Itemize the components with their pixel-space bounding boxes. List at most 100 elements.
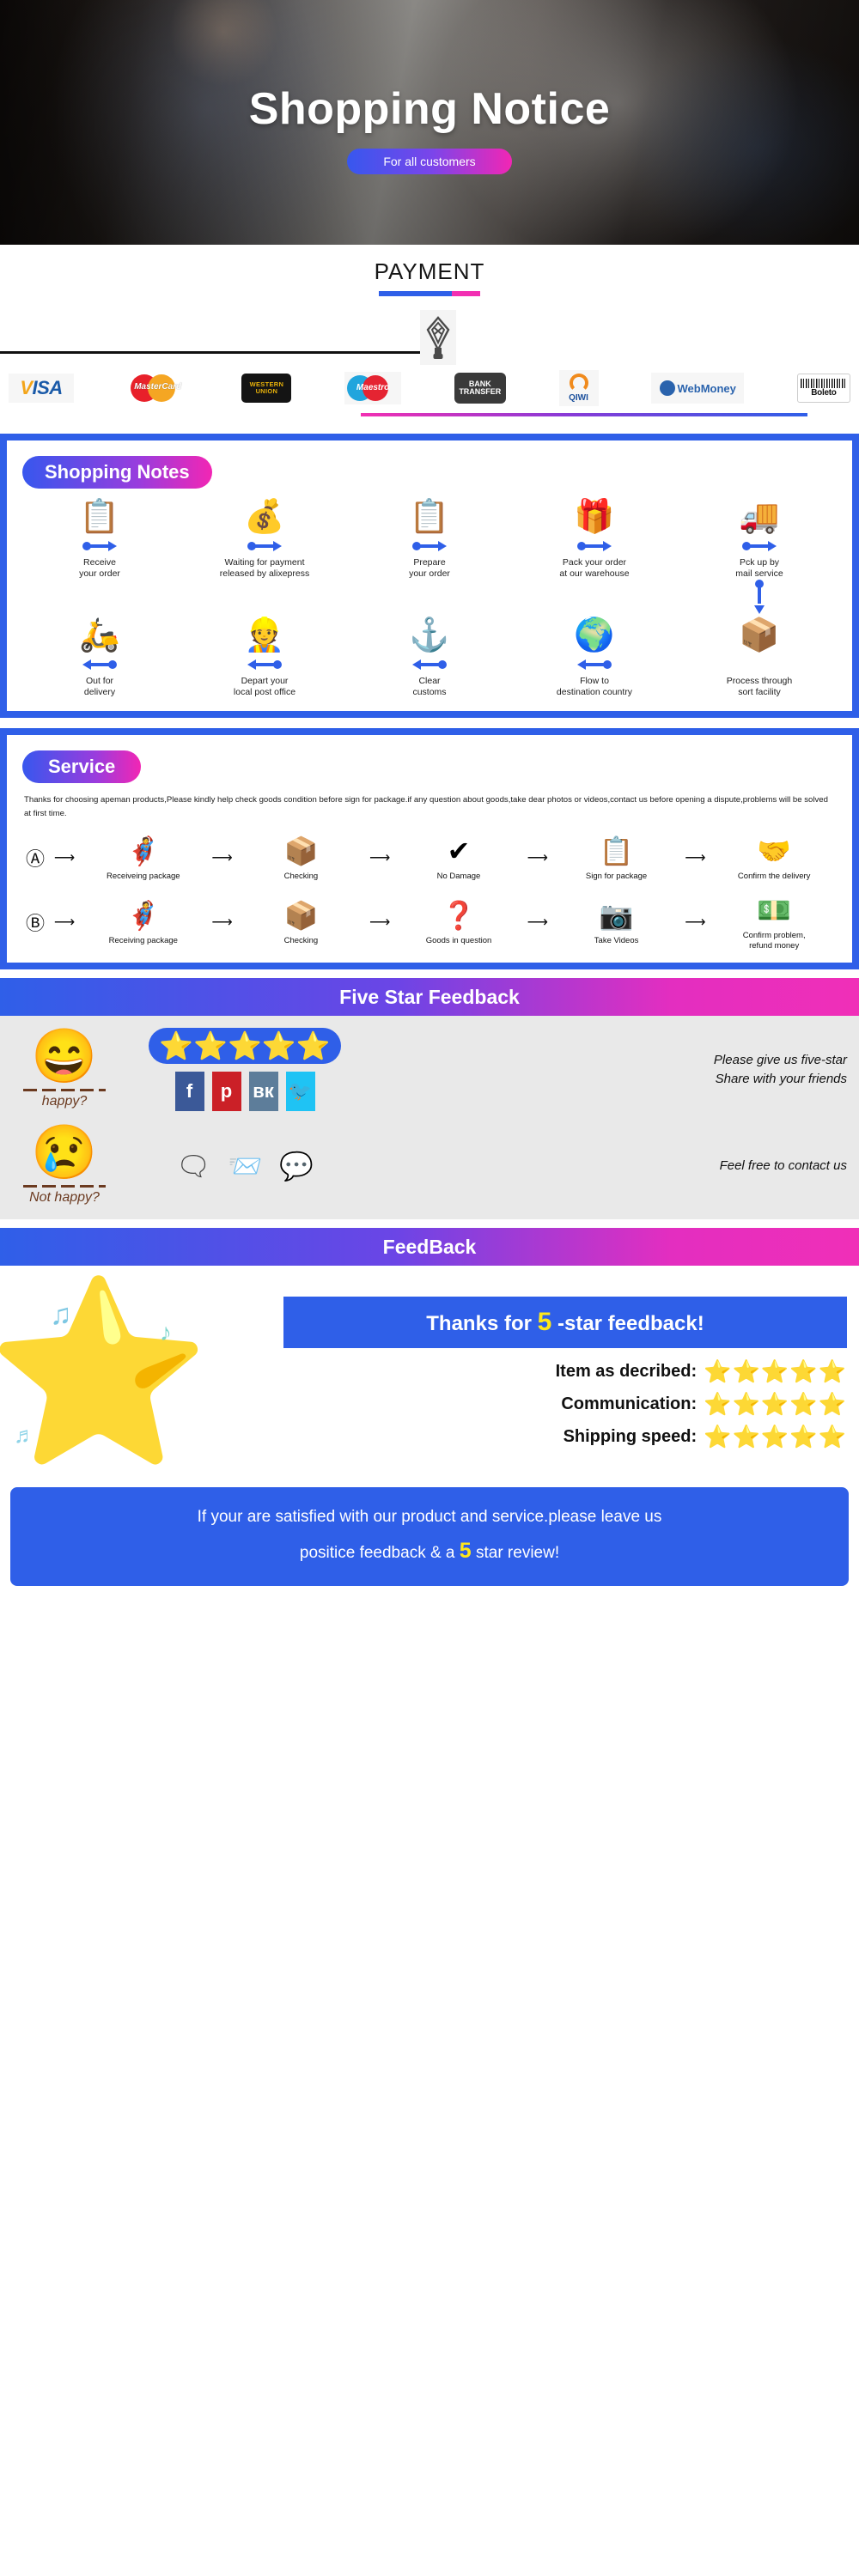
arrow-left-icon — [247, 659, 282, 671]
shopping-notes-row-2: 🛵 Out for delivery 👷 Depart your local p… — [17, 616, 842, 698]
rating-stars: ⭐⭐⭐⭐⭐ — [704, 1358, 847, 1385]
unhappy-label: Not happy? — [29, 1190, 100, 1206]
secure-payment-icon — [420, 310, 456, 365]
service-section: Service Thanks for choosing apeman produ… — [0, 727, 859, 970]
unhappy-message: Feel free to contact us — [719, 1158, 847, 1174]
rating-row: Item as decribed: ⭐⭐⭐⭐⭐ — [283, 1360, 847, 1382]
payment-title: PAYMENT — [374, 258, 485, 284]
flow-arrow-icon: ⟶ — [527, 848, 548, 866]
flow-step-label: Goods in question — [425, 936, 492, 946]
five-star-section: 😄 happy? ⭐⭐⭐⭐⭐ f р вк 🐦 Please give us f… — [0, 1016, 859, 1220]
rating-label: Shipping speed: — [563, 1426, 698, 1446]
note-item: 📦 Process through sort facility — [677, 616, 842, 698]
service-flow-a: Ⓐ ⟶ 🦸 Receiveing package ⟶ 📦 Checking ⟶ … — [17, 822, 842, 881]
thanks-suffix: -star feedback! — [557, 1312, 704, 1336]
happy-face-block: 😄 happy? — [0, 1030, 129, 1109]
happy-message-line1: Please give us five-star — [713, 1052, 847, 1067]
gift-box-icon: 🎁 — [574, 499, 615, 535]
person-holding-package-icon: 🦸 — [125, 900, 161, 932]
note-item: ⚓ Clear customs — [347, 616, 512, 698]
flow-step-label: Confirm the delivery — [737, 872, 811, 882]
facebook-icon[interactable]: f — [174, 1072, 204, 1112]
thanks-number: 5 — [537, 1308, 552, 1337]
crying-face-icon: 😢 — [31, 1123, 98, 1183]
note-label: Depart your local post office — [233, 676, 296, 698]
flow-step: 📋 Sign for package — [552, 834, 681, 881]
payment-logo-qiwi: QIWI — [558, 370, 599, 406]
face-underline — [23, 1088, 106, 1091]
flow-step-label: Checking — [283, 872, 319, 882]
note-item: 💰 Waiting for payment released by alixep… — [182, 497, 347, 580]
flow-step: 🦸 Receiveing package — [79, 834, 208, 881]
clipboard-icon: 📋 — [409, 499, 450, 535]
cta-line-1: If your are satisfied with our product a… — [197, 1508, 662, 1527]
happy-label: happy? — [41, 1093, 88, 1109]
flow-step: 📦 Checking — [237, 834, 366, 881]
hero-subtitle-pill: For all customers — [347, 148, 512, 174]
note-label: Waiting for payment released by alixepre… — [219, 557, 310, 580]
rating-row: Communication: ⭐⭐⭐⭐⭐ — [283, 1393, 847, 1415]
wechat-icon[interactable]: 💬 — [279, 1150, 314, 1182]
flow-step: 📷 Take Videos — [552, 898, 681, 945]
flow-step: 🦸 Receiving package — [79, 898, 208, 945]
flow-arrow-icon: ⟶ — [211, 913, 233, 930]
flow-arrow-icon: ⟶ — [53, 848, 76, 866]
unhappy-row: 😢 Not happy? 🗨 📨 💬 Feel free to contact … — [0, 1127, 859, 1211]
note-item: 👷 Depart your local post office — [182, 616, 347, 698]
service-flow-b: Ⓑ ⟶ 🦸 Receiving package ⟶ 📦 Checking ⟶ ❓… — [17, 881, 842, 951]
rating-stars: ⭐⭐⭐⭐⭐ — [704, 1391, 847, 1418]
globe-icon: 🌍 — [574, 617, 615, 654]
flow-step: 📦 Checking — [237, 898, 366, 945]
flow-arrow-icon: ⟶ — [527, 913, 548, 930]
question-box-icon: ❓ — [442, 900, 476, 932]
payment-logo-western-union: WESTERN UNION — [241, 371, 292, 405]
signed-document-icon: 📋 — [599, 835, 634, 867]
rating-label: Item as decribed: — [555, 1361, 698, 1381]
payment-logo-mastercard: MasterCard — [127, 371, 189, 405]
flow-step-label: Confirm problem, refund money — [742, 931, 806, 951]
arrow-left-icon — [412, 659, 447, 671]
flow-step: 🤝 Confirm the delivery — [710, 834, 838, 881]
shopping-notes-title: Shopping Notes — [22, 456, 212, 489]
pinterest-icon[interactable]: р — [211, 1072, 241, 1112]
payment-divider — [0, 307, 859, 368]
note-item: 📋 Receive your order — [17, 497, 182, 580]
note-label: Out for delivery — [83, 676, 116, 698]
payment-section: PAYMENT V ISA MasterCard WESTERN UNION M… — [0, 245, 859, 423]
rating-label: Communication: — [561, 1394, 698, 1413]
twitter-icon[interactable]: 🐦 — [285, 1072, 315, 1112]
refund-agent-icon: 💵 — [757, 895, 792, 927]
flow-tag-b: Ⓑ — [25, 912, 45, 934]
arrow-right-icon — [412, 541, 447, 551]
money-bag-icon: 💰 — [244, 499, 285, 535]
cta-line2-pre: positice feedback & a — [299, 1544, 455, 1563]
feedback-banner: FeedBack — [0, 1228, 859, 1267]
hero-banner: Shopping Notice For all customers — [0, 0, 859, 245]
person-holding-package-icon: 🦸 — [125, 835, 161, 867]
cta-number: 5 — [459, 1539, 472, 1564]
note-label: Receive your order — [79, 557, 120, 580]
email-icon[interactable]: 📨 — [228, 1150, 262, 1182]
rating-row: Shipping speed: ⭐⭐⭐⭐⭐ — [283, 1425, 847, 1448]
section-gap — [0, 1219, 859, 1229]
note-label: Process through sort facility — [726, 676, 793, 698]
vk-icon[interactable]: вк — [248, 1072, 278, 1112]
anchor-icon: ⚓ — [409, 617, 450, 654]
note-item: 🚚 Pck up by mail service — [677, 497, 842, 580]
arrow-down-icon — [754, 580, 765, 615]
flow-step-label: Receiving package — [108, 936, 178, 946]
payment-bottom-rule — [361, 413, 807, 416]
music-note-icon: ♪ — [160, 1319, 172, 1346]
clipboard-icon: 📋 — [79, 499, 120, 535]
flow-arrow-icon: ⟶ — [369, 913, 391, 930]
five-star-banner: Five Star Feedback — [0, 978, 859, 1017]
promo-page: Shopping Notice For all customers PAYMEN… — [0, 0, 859, 1606]
person-opening-box-icon: 📦 — [283, 900, 319, 932]
package-cart-icon: 📦 — [739, 617, 780, 654]
note-label: Clear customs — [412, 676, 447, 698]
skype-icon[interactable]: 🗨 — [176, 1150, 211, 1182]
arrow-right-icon — [247, 541, 282, 551]
flow-step: 💵 Confirm problem, refund money — [710, 893, 838, 951]
flow-step-label: Receiveing package — [107, 872, 180, 882]
happy-row: 😄 happy? ⭐⭐⭐⭐⭐ f р вк 🐦 Please give us f… — [0, 1028, 859, 1127]
